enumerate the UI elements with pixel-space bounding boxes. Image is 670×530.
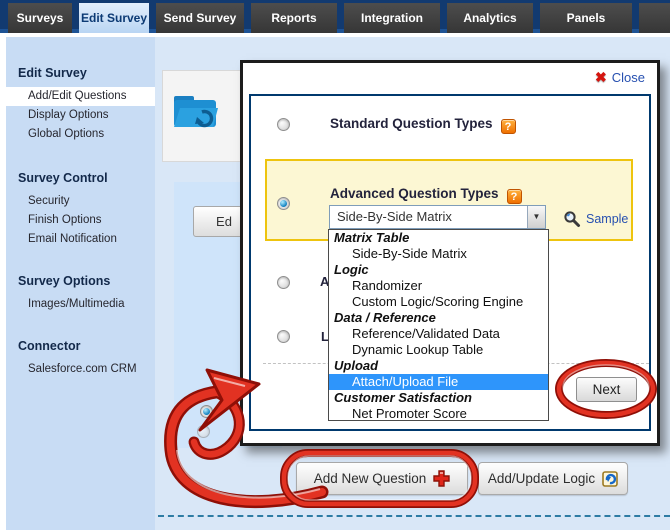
sidebar-item-finish-options[interactable]: Finish Options: [6, 211, 155, 230]
app-window: SurveysEdit SurveySend SurveyReportsInte…: [0, 0, 670, 530]
close-icon: ✖: [595, 69, 607, 86]
general-radio-unselected[interactable]: [197, 425, 210, 438]
folder-refresh-icon[interactable]: [171, 90, 219, 132]
chevron-down-icon[interactable]: ▼: [527, 206, 545, 228]
dropdown-option-side-by-side-matrix[interactable]: Side-By-Side Matrix: [329, 246, 548, 262]
question-separator-dashed-line: [158, 515, 670, 517]
dropdown-option-upload[interactable]: Upload: [329, 358, 548, 374]
dropdown-option-logic[interactable]: Logic: [329, 262, 548, 278]
general-radio-selected[interactable]: [200, 405, 213, 418]
dropdown-option-attach-upload-file[interactable]: Attach/Upload File: [329, 374, 548, 390]
sidebar-item-add-edit-questions[interactable]: Add/Edit Questions: [6, 87, 155, 106]
advanced-types-text: Advanced Question Types: [330, 186, 499, 201]
add-question-dialog: ✖ Close Standard Question Types? Advance…: [240, 60, 660, 446]
sidebar-item-salesforce-com-crm[interactable]: Salesforce.com CRM: [6, 360, 155, 379]
tab-surveys[interactable]: Surveys: [8, 3, 72, 33]
sidebar-item-display-options[interactable]: Display Options: [6, 106, 155, 125]
advanced-types-radio[interactable]: [277, 197, 290, 210]
close-button[interactable]: ✖ Close: [595, 69, 645, 86]
red-plus-icon: [433, 470, 450, 487]
sidebar-section-title: Survey Control: [6, 170, 155, 186]
standard-types-text: Standard Question Types: [330, 116, 493, 131]
close-label: Close: [612, 70, 645, 85]
tab-partial[interactable]: [639, 3, 670, 33]
sidebar-item-security[interactable]: Security: [6, 192, 155, 211]
sidebar-item-global-options[interactable]: Global Options: [6, 125, 155, 144]
next-button[interactable]: Next: [576, 377, 637, 402]
select-value: Side-By-Side Matrix: [337, 209, 452, 224]
standard-types-label[interactable]: Standard Question Types?: [330, 116, 516, 134]
dropdown-option-dynamic-lookup-table[interactable]: Dynamic Lookup Table: [329, 342, 548, 358]
tab-integration[interactable]: Integration: [344, 3, 440, 33]
add-update-logic-label: Add/Update Logic: [488, 471, 595, 486]
dropdown-option-randomizer[interactable]: Randomizer: [329, 278, 548, 294]
tab-panels[interactable]: Panels: [540, 3, 632, 33]
general-heading-fragment: Gen: [198, 386, 223, 401]
dropdown-option-matrix-table[interactable]: Matrix Table: [329, 230, 548, 246]
logic-icon: [602, 471, 618, 487]
add-update-logic-button[interactable]: Add/Update Logic: [478, 462, 628, 495]
question-type-select[interactable]: Side-By-Side Matrix ▼: [329, 205, 546, 229]
question-type-dropdown-list: Matrix TableSide-By-Side MatrixLogicRand…: [328, 229, 549, 421]
fourth-option-radio[interactable]: [277, 330, 290, 343]
tab-reports[interactable]: Reports: [251, 3, 337, 33]
advanced-types-label[interactable]: Advanced Question Types?: [330, 186, 522, 204]
dropdown-option-custom-logic-scoring-engine[interactable]: Custom Logic/Scoring Engine: [329, 294, 548, 310]
tab-edit-survey[interactable]: Edit Survey: [79, 3, 149, 33]
sidebar-section-title: Edit Survey: [6, 65, 155, 81]
sidebar-section-title: Survey Options: [6, 273, 155, 289]
dropdown-option-data-reference[interactable]: Data / Reference: [329, 310, 548, 326]
sidebar-item-images-multimedia[interactable]: Images/Multimedia: [6, 295, 155, 314]
add-new-question-label: Add New Question: [314, 471, 427, 486]
tab-send-survey[interactable]: Send Survey: [156, 3, 244, 33]
sample-label: Sample: [586, 212, 628, 226]
sidebar-section-title: Connector: [6, 338, 155, 354]
dropdown-option-net-promoter-score[interactable]: Net Promoter Score: [329, 406, 548, 421]
standard-types-radio[interactable]: [277, 118, 290, 131]
dropdown-option-reference-validated-data[interactable]: Reference/Validated Data: [329, 326, 548, 342]
magnifier-icon: [563, 210, 581, 228]
third-option-radio[interactable]: [277, 276, 290, 289]
top-tab-bar: SurveysEdit SurveySend SurveyReportsInte…: [0, 0, 670, 33]
tab-analytics[interactable]: Analytics: [447, 3, 533, 33]
sample-link[interactable]: Sample: [563, 210, 628, 228]
add-new-question-button[interactable]: Add New Question: [296, 462, 468, 495]
sidebar: Edit Survey Add/Edit QuestionsDisplay Opt…: [6, 37, 155, 530]
help-icon[interactable]: ?: [507, 189, 522, 204]
dropdown-option-customer-satisfaction[interactable]: Customer Satisfaction: [329, 390, 548, 406]
sidebar-item-email-notification[interactable]: Email Notification: [6, 230, 155, 249]
help-icon[interactable]: ?: [501, 119, 516, 134]
